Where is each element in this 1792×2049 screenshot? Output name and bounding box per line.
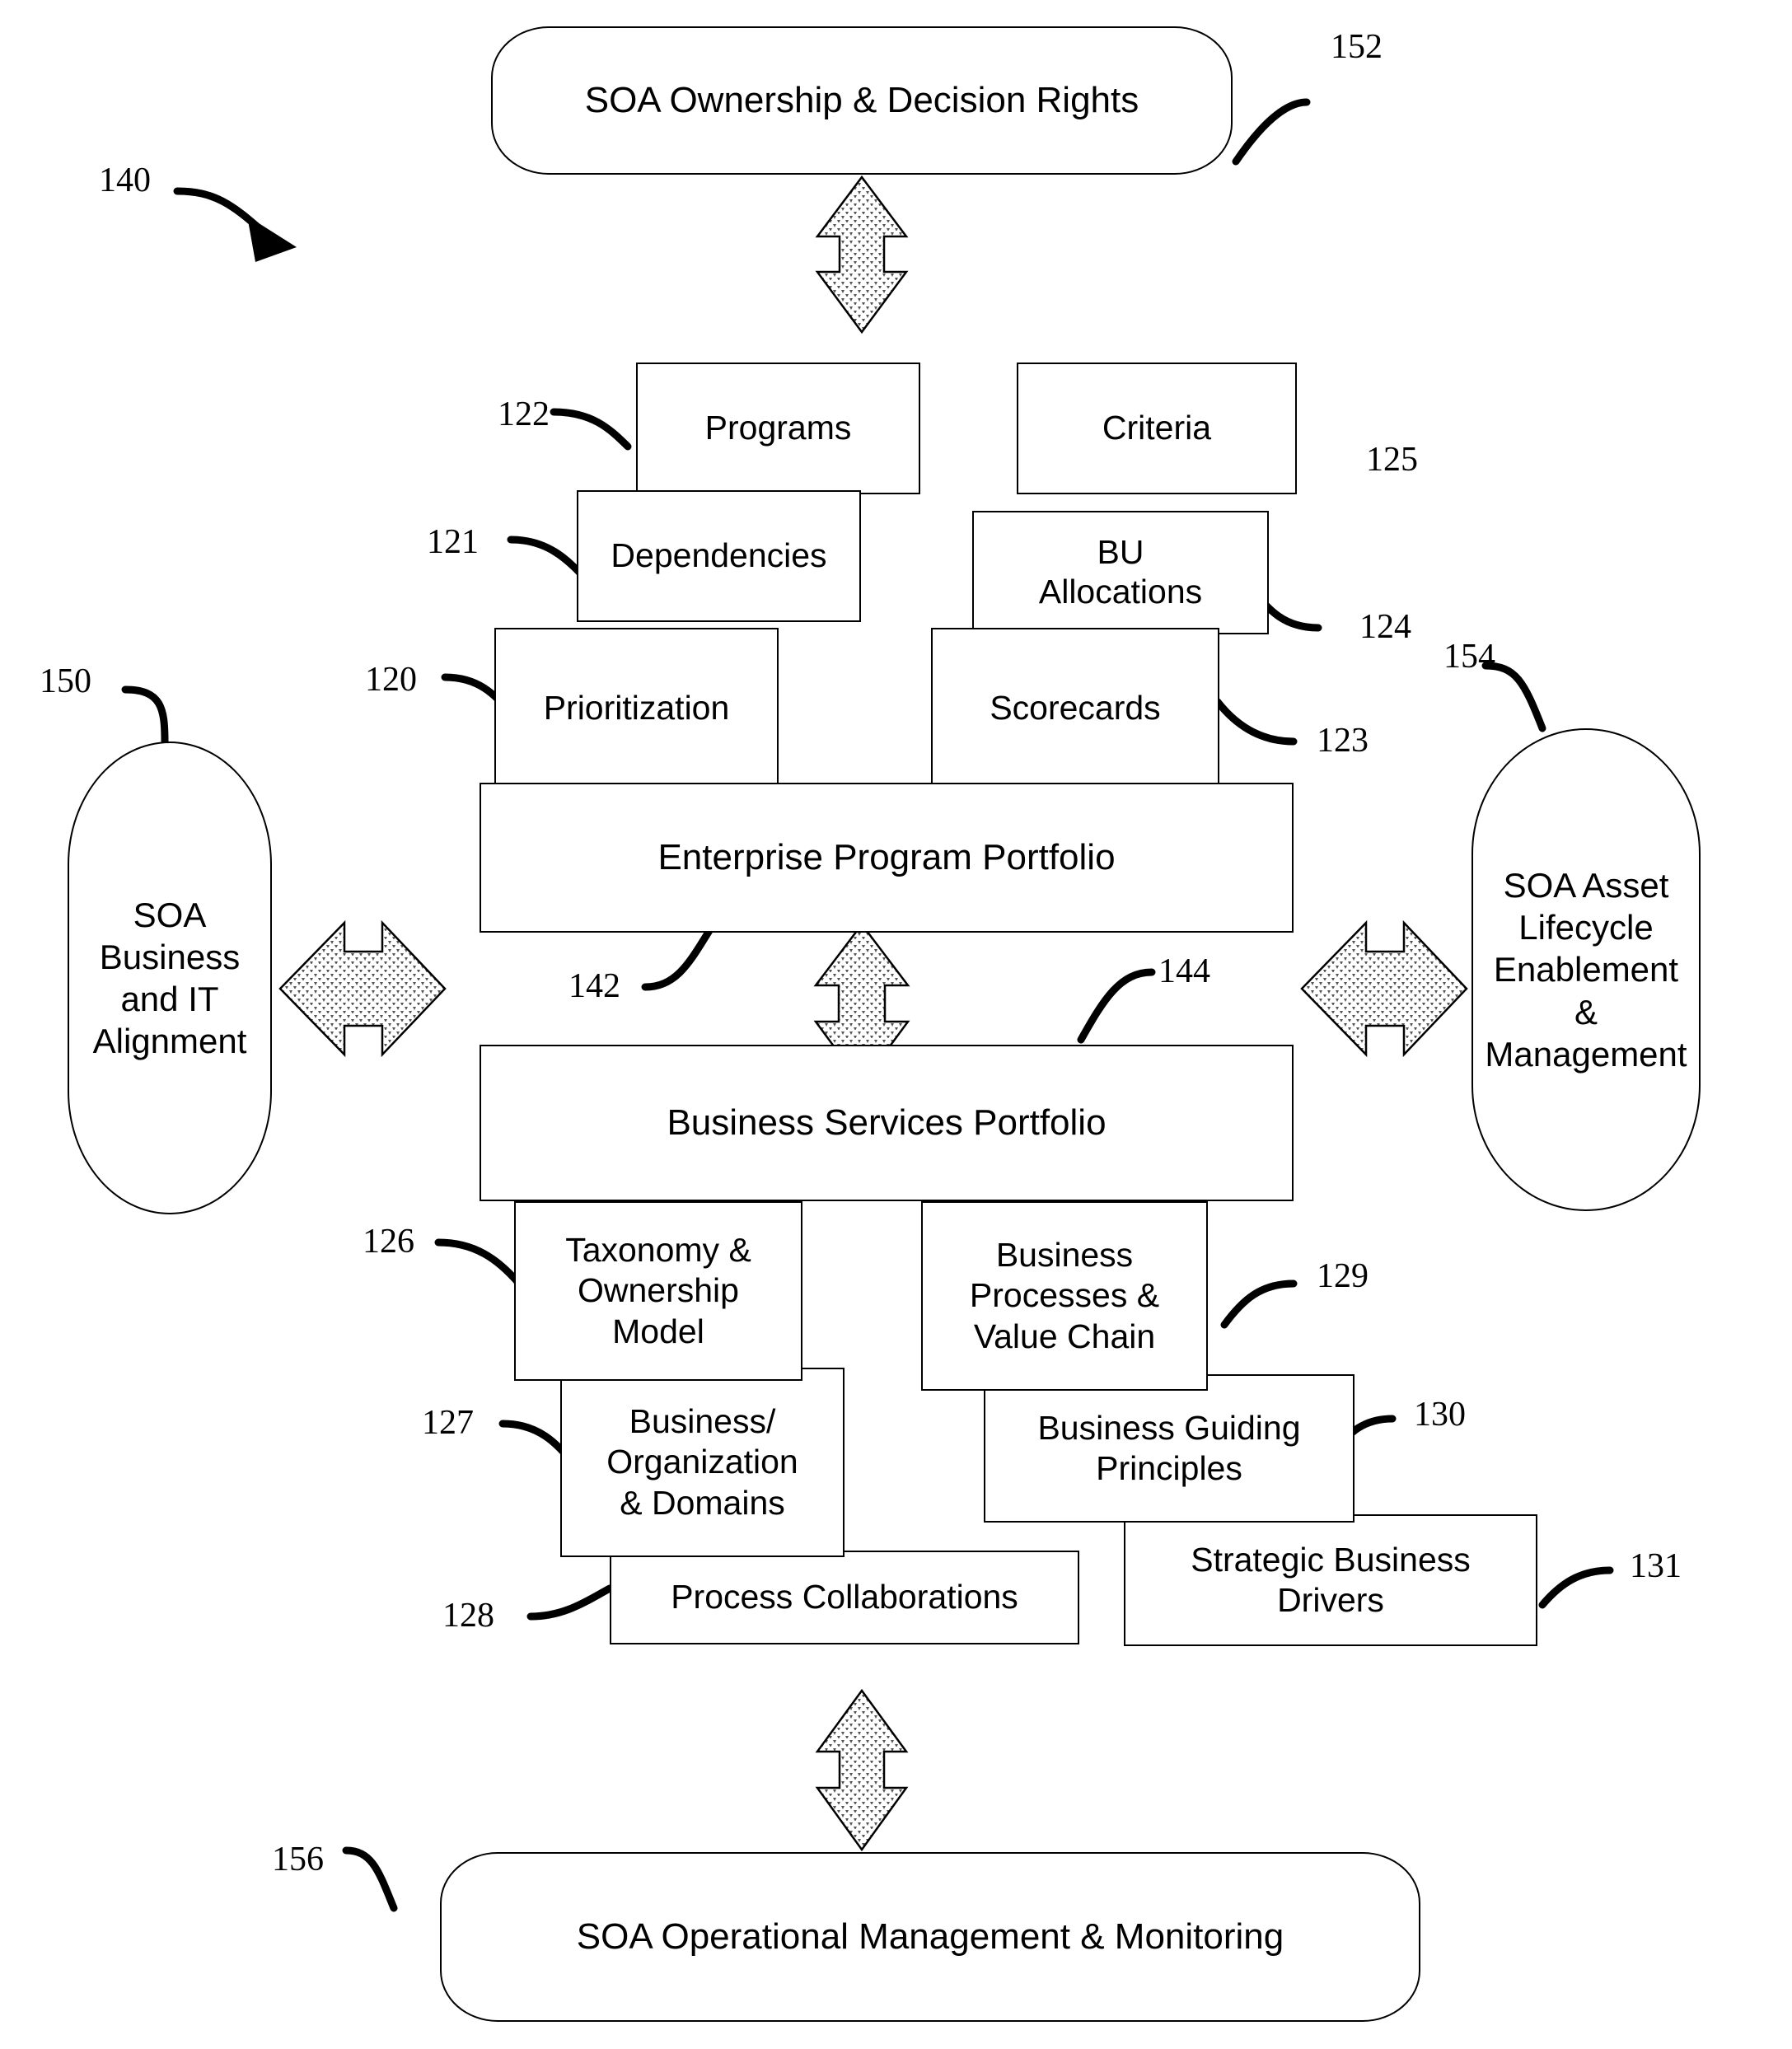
box-business-organization-domains[interactable]: Business/ Organization & Domains — [560, 1368, 845, 1557]
ref-154: 154 — [1443, 638, 1495, 676]
box-taxonomy-ownership-model[interactable]: Taxonomy & Ownership Model — [514, 1201, 802, 1381]
box-strategic-business-drivers[interactable]: Strategic Business Drivers — [1124, 1514, 1537, 1646]
box-process-collaborations[interactable]: Process Collaborations — [610, 1551, 1079, 1644]
ref-129: 129 — [1317, 1257, 1369, 1295]
ref-142: 142 — [568, 967, 620, 1005]
ref-123: 123 — [1317, 722, 1369, 760]
box-dependencies[interactable]: Dependencies — [577, 490, 861, 622]
oval-soa-business-it-alignment[interactable]: SOA Business and IT Alignment — [68, 741, 272, 1214]
box-bu-allocations[interactable]: BU Allocations — [972, 511, 1269, 634]
figure-pointer-icon — [173, 187, 297, 262]
ref-122: 122 — [498, 395, 550, 433]
capsule-soa-operational-management-monitoring[interactable]: SOA Operational Management & Monitoring — [440, 1852, 1420, 2022]
ref-126: 126 — [363, 1223, 414, 1261]
ref-130: 130 — [1414, 1396, 1466, 1434]
box-criteria[interactable]: Criteria — [1017, 363, 1297, 494]
ref-144: 144 — [1158, 952, 1210, 990]
arrow-bottom-vertical-icon — [815, 1688, 909, 1852]
box-enterprise-program-portfolio[interactable]: Enterprise Program Portfolio — [480, 783, 1294, 933]
box-prioritization[interactable]: Prioritization — [494, 628, 779, 789]
ref-150: 150 — [40, 662, 91, 700]
ref-128: 128 — [442, 1597, 494, 1635]
ref-125: 125 — [1366, 441, 1418, 479]
box-scorecards[interactable]: Scorecards — [931, 628, 1219, 789]
box-business-services-portfolio[interactable]: Business Services Portfolio — [480, 1045, 1294, 1201]
ref-127: 127 — [422, 1404, 474, 1442]
ref-140-figure: 140 — [99, 161, 151, 199]
arrow-top-vertical-icon — [815, 175, 909, 334]
ref-152: 152 — [1331, 28, 1383, 66]
oval-soa-asset-lifecycle-enablement-management[interactable]: SOA Asset Lifecycle Enablement & Managem… — [1471, 728, 1701, 1211]
ref-121: 121 — [427, 523, 479, 561]
patent-figure-soa-governance: SOA Ownership & Decision Rights 152 140 … — [0, 0, 1792, 2049]
ref-156: 156 — [272, 1841, 324, 1878]
ref-131: 131 — [1630, 1547, 1682, 1585]
box-business-guiding-principles[interactable]: Business Guiding Principles — [984, 1374, 1355, 1523]
ref-120: 120 — [365, 661, 417, 699]
arrow-right-horizontal-icon — [1300, 919, 1468, 1058]
box-business-processes-value-chain[interactable]: Business Processes & Value Chain — [921, 1201, 1208, 1391]
box-programs[interactable]: Programs — [636, 363, 920, 494]
capsule-soa-ownership-decision-rights[interactable]: SOA Ownership & Decision Rights — [491, 26, 1233, 175]
arrow-left-horizontal-icon — [278, 919, 447, 1058]
ref-124: 124 — [1359, 608, 1411, 646]
